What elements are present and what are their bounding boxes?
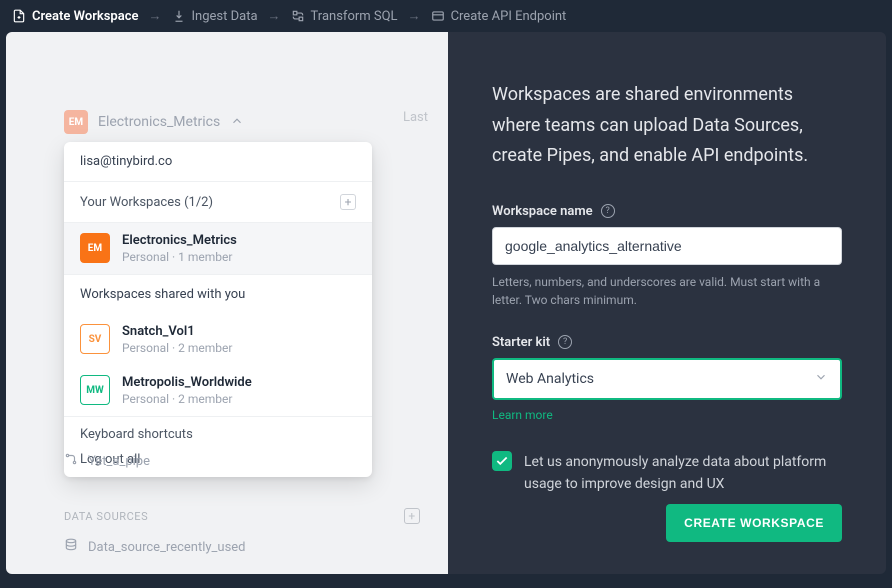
pipe-icon — [64, 452, 78, 470]
workspace-name-field: Workspace name ? Letters, numbers, and u… — [492, 204, 842, 309]
workspace-item-own[interactable]: EM Electronics_Metrics Personal · 1 memb… — [64, 223, 372, 275]
workspace-item-shared[interactable]: SV Snatch_Vol1 Personal · 2 member — [64, 314, 372, 365]
sidebar-datasource-label: Data_source_recently_used — [88, 540, 246, 555]
arrow-right-icon: → — [408, 8, 421, 24]
crumb-ingest-data[interactable]: Ingest Data — [172, 9, 258, 24]
crumb-transform-sql[interactable]: Transform SQL — [291, 9, 398, 24]
workspace-name-label: Workspace name — [492, 204, 593, 219]
workspace-item-shared[interactable]: MW Metropolis_Worldwide Personal · 2 mem… — [64, 365, 372, 417]
your-workspaces-header: Your Workspaces (1/2) + — [64, 182, 372, 223]
breadcrumb-bar: Create Workspace → Ingest Data → Transfo… — [0, 0, 892, 32]
crumb-label: Create API Endpoint — [451, 9, 567, 24]
crumb-label: Ingest Data — [192, 9, 258, 24]
add-workspace-button[interactable]: + — [340, 194, 356, 210]
file-plus-icon — [12, 9, 26, 23]
crumb-label: Create Workspace — [32, 9, 139, 24]
workspace-item-meta: Personal · 2 member — [122, 341, 232, 355]
user-email: lisa@tinybird.co — [64, 142, 372, 182]
workspace-item-name: Snatch_Vol1 — [122, 324, 232, 339]
consent-checkbox[interactable] — [492, 451, 512, 471]
workspace-current-name: Electronics_Metrics — [98, 114, 220, 130]
workspace-item-meta: Personal · 1 member — [122, 250, 237, 264]
workspace-item-name: Electronics_Metrics — [122, 233, 237, 248]
sidebar-pipe-label: Yet_a_pipe — [88, 454, 150, 469]
info-icon[interactable]: ? — [558, 335, 572, 349]
learn-more-link[interactable]: Learn more — [492, 408, 553, 422]
workspace-item-badge: EM — [80, 233, 110, 263]
starter-kit-label: Starter kit — [492, 335, 550, 350]
database-icon — [64, 538, 78, 556]
info-icon[interactable]: ? — [601, 204, 615, 218]
crumb-create-workspace[interactable]: Create Workspace — [12, 9, 139, 24]
workspace-item-name: Metropolis_Worldwide — [122, 375, 252, 390]
crumb-create-api[interactable]: Create API Endpoint — [431, 9, 567, 24]
main-area: EM Electronics_Metrics Last lisa@tinybir… — [0, 32, 892, 580]
chevron-down-icon — [814, 370, 828, 388]
workspace-item-badge: SV — [80, 324, 110, 354]
consent-row: Let us anonymously analyze data about pl… — [492, 451, 842, 496]
datasources-header: DATA SOURCES + — [64, 508, 420, 524]
workspace-item-badge: MW — [80, 375, 110, 405]
chevron-up-icon — [230, 113, 244, 132]
workspace-name-hint: Letters, numbers, and underscores are va… — [492, 273, 842, 309]
workspace-badge: EM — [64, 110, 88, 134]
starter-kit-value: Web Analytics — [506, 371, 594, 387]
sidebar-pipe-item[interactable]: Yet_a_pipe — [64, 452, 420, 470]
transform-icon — [291, 9, 305, 23]
sidebar-datasource-item[interactable]: Data_source_recently_used — [64, 538, 420, 556]
starter-kit-select[interactable]: Web Analytics — [492, 358, 842, 400]
consent-text: Let us anonymously analyze data about pl… — [524, 451, 842, 496]
endpoint-icon — [431, 9, 445, 23]
create-workspace-panel: Workspaces are shared environments where… — [448, 32, 886, 574]
panel-intro: Workspaces are shared environments where… — [492, 80, 842, 172]
datasources-header-label: DATA SOURCES — [64, 510, 148, 523]
shared-workspaces-header: Workspaces shared with you — [64, 275, 372, 314]
keyboard-shortcuts-link[interactable]: Keyboard shortcuts — [64, 417, 372, 452]
starter-kit-field: Starter kit ? Web Analytics Learn more — [492, 335, 842, 423]
workspace-switcher-trigger[interactable]: EM Electronics_Metrics — [64, 110, 244, 134]
workspace-name-input[interactable] — [492, 227, 842, 265]
create-workspace-button[interactable]: CREATE WORKSPACE — [666, 504, 842, 542]
ingest-icon — [172, 9, 186, 23]
add-datasource-button[interactable]: + — [404, 508, 420, 524]
left-panel: EM Electronics_Metrics Last lisa@tinybir… — [6, 32, 448, 574]
workspace-dropdown: lisa@tinybird.co Your Workspaces (1/2) +… — [64, 142, 372, 477]
workspace-item-meta: Personal · 2 member — [122, 392, 252, 406]
arrow-right-icon: → — [149, 8, 162, 24]
your-workspaces-label: Your Workspaces (1/2) — [80, 195, 213, 210]
last-label: Last — [403, 110, 428, 125]
crumb-label: Transform SQL — [311, 9, 398, 24]
arrow-right-icon: → — [268, 8, 281, 24]
